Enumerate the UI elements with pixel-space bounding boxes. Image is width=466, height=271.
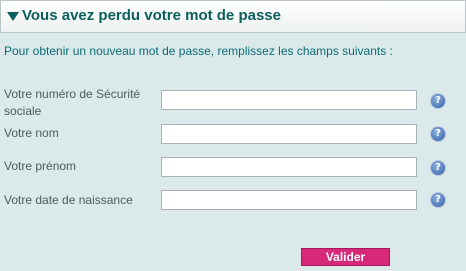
help-birth-date-icon[interactable]: ? [431, 193, 445, 207]
birth-date-input[interactable] [161, 190, 417, 210]
first-name-input[interactable] [161, 157, 417, 177]
first-name-label: Votre prénom [4, 159, 77, 173]
collapse-triangle-icon[interactable] [7, 12, 19, 21]
section-header[interactable]: Vous avez perdu votre mot de passe [0, 0, 466, 33]
intro-text: Pour obtenir un nouveau mot de passe, re… [4, 44, 393, 58]
last-name-input[interactable] [161, 124, 417, 144]
help-first-name-icon[interactable]: ? [431, 161, 445, 175]
last-name-label: Votre nom [4, 126, 59, 140]
social-security-input[interactable] [161, 90, 417, 110]
submit-button[interactable]: Valider [301, 248, 390, 266]
birth-date-label: Votre date de naissance [4, 193, 133, 207]
help-last-name-icon[interactable]: ? [431, 127, 445, 141]
section-title: Vous avez perdu votre mot de passe [22, 7, 281, 24]
social-security-label: Votre numéro de Sécurité sociale [4, 87, 141, 118]
help-social-security-icon[interactable]: ? [431, 94, 445, 108]
